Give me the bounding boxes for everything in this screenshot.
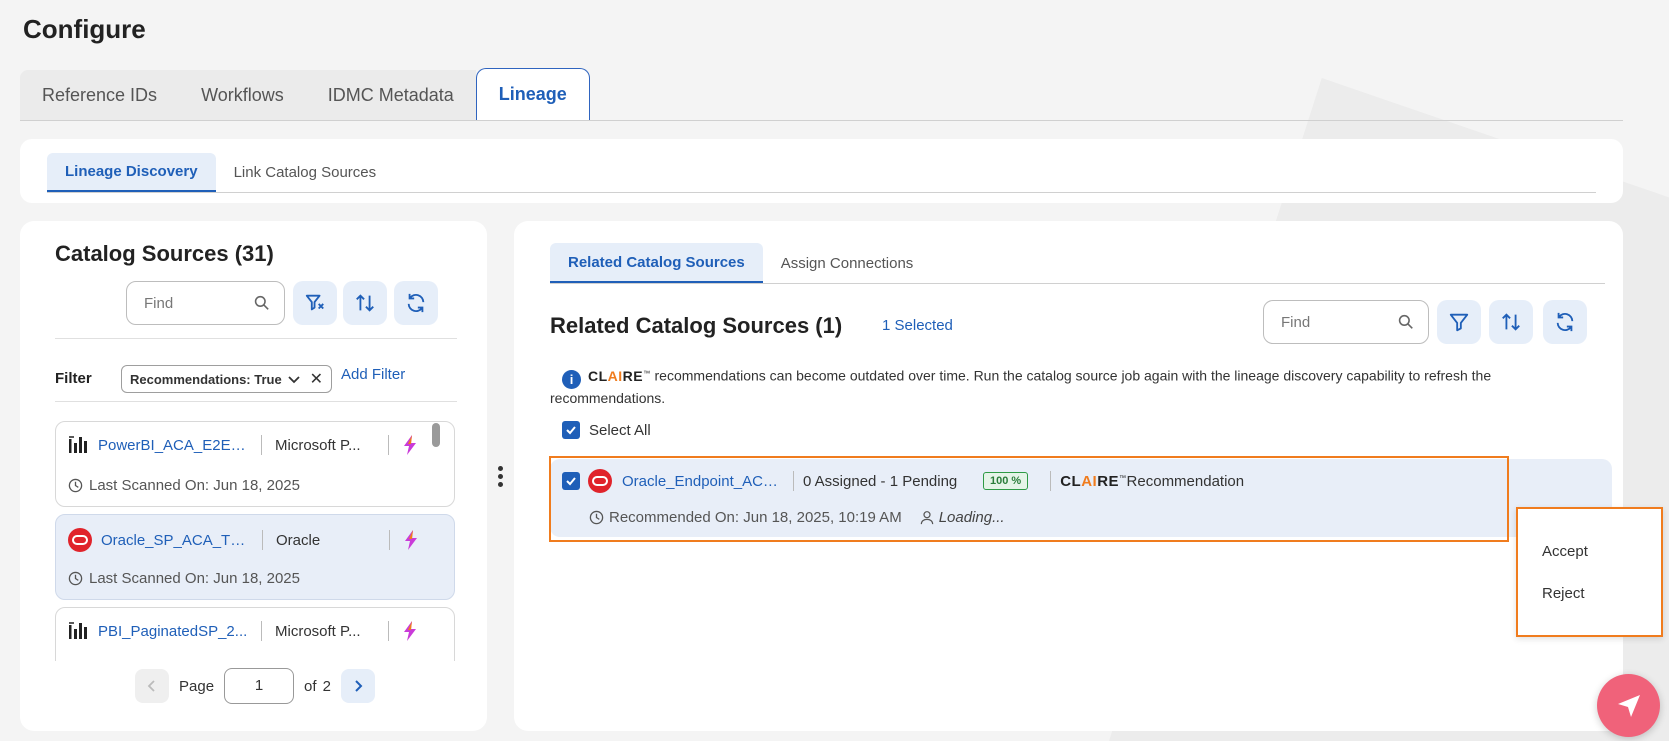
claire-info-message: i CLAIRE™ recommendations can become outd… (550, 365, 1550, 407)
divider (55, 401, 457, 402)
related-search-input[interactable] (1281, 313, 1399, 331)
sub-tabs-panel: Lineage Discovery Link Catalog Sources (20, 139, 1623, 203)
lightning-icon (405, 530, 417, 550)
related-sources-panel: Related Catalog Sources Assign Connectio… (514, 221, 1623, 731)
select-all-checkbox[interactable]: Select All (562, 421, 651, 439)
info-icon: i (562, 370, 581, 390)
catalog-search-input[interactable] (144, 294, 255, 312)
filter-clear-icon (305, 294, 324, 311)
powerbi-icon (69, 436, 87, 453)
clock-icon (68, 571, 83, 586)
sort-icon (356, 294, 374, 312)
oracle-icon (68, 528, 92, 552)
catalog-source-type: Oracle (276, 531, 321, 549)
tab-lineage-discovery[interactable]: Lineage Discovery (47, 153, 216, 192)
lightning-icon (404, 621, 416, 641)
filter-label: Filter (55, 370, 92, 387)
sort-button[interactable] (343, 281, 387, 325)
refresh-button[interactable] (1543, 300, 1587, 344)
last-scanned: Last Scanned On: Jun 18, 2025 (89, 570, 300, 587)
context-menu: Accept Reject (1516, 507, 1663, 637)
tab-reference-ids[interactable]: Reference IDs (20, 70, 180, 120)
sort-icon (1502, 313, 1520, 331)
tab-workflows[interactable]: Workflows (179, 70, 306, 120)
of-label: of (304, 677, 317, 695)
divider (55, 338, 457, 339)
chevron-right-icon (355, 680, 363, 692)
page-title: Configure (23, 14, 146, 44)
previous-page-button[interactable] (135, 669, 169, 703)
tab-related-catalog-sources[interactable]: Related Catalog Sources (550, 243, 763, 283)
claire-logo: CLAIRE™ (588, 367, 651, 384)
list-scrollbar[interactable] (432, 423, 440, 447)
last-scanned: Last Scanned On: Jun 18, 2025 (89, 477, 300, 494)
total-pages: 2 (322, 677, 331, 695)
checkbox-checked-icon[interactable] (562, 421, 580, 439)
catalog-source-type: Microsoft P... (275, 436, 361, 454)
chevron-down-icon[interactable] (286, 371, 302, 387)
catalog-find-box (126, 281, 285, 325)
menu-item-reject[interactable]: Reject (1542, 585, 1585, 602)
page-label: Page (179, 677, 215, 695)
top-tabs: Reference IDs Workflows IDMC Metadata Li… (20, 68, 1623, 121)
filter-chip[interactable]: Recommendations: True ✕ (121, 365, 332, 393)
selection-highlight (549, 456, 1509, 542)
related-sources-title: Related Catalog Sources (1) (550, 313, 843, 338)
page-number-input[interactable]: 1 (224, 668, 295, 704)
filter-button[interactable] (1437, 300, 1481, 344)
lightning-icon (404, 435, 416, 455)
tab-lineage[interactable]: Lineage (475, 68, 590, 120)
catalog-source-card[interactable]: PBI_PaginatedSP_2... Microsoft P... (55, 607, 455, 661)
add-filter-link[interactable]: Add Filter (341, 366, 405, 383)
selected-count[interactable]: 1 Selected (882, 317, 953, 334)
search-icon[interactable] (1398, 313, 1414, 331)
clear-filter-button[interactable] (293, 281, 337, 325)
help-fab-button[interactable] (1597, 674, 1660, 737)
chevron-left-icon (147, 680, 155, 692)
info-text: recommendations can become outdated over… (550, 367, 1492, 407)
tab-idmc-metadata[interactable]: IDMC Metadata (305, 70, 476, 120)
catalog-source-name[interactable]: PowerBI_ACA_E2E_... (98, 437, 248, 454)
search-icon[interactable] (254, 294, 270, 312)
refresh-button[interactable] (394, 281, 438, 325)
menu-item-accept[interactable]: Accept (1542, 543, 1588, 560)
clock-icon (68, 478, 83, 493)
catalog-source-card[interactable]: Oracle_SP_ACA_TC... Oracle Last Scanned … (55, 514, 455, 600)
related-find-box (1263, 300, 1429, 344)
catalog-sources-panel: Catalog Sources (31) Filter Recommendati… (20, 221, 487, 731)
catalog-sources-title: Catalog Sources (31) (55, 241, 274, 266)
catalog-source-name[interactable]: Oracle_SP_ACA_TC... (101, 532, 249, 549)
refresh-icon (1556, 312, 1574, 332)
tab-assign-connections[interactable]: Assign Connections (763, 243, 932, 283)
catalog-source-card[interactable]: PowerBI_ACA_E2E_... Microsoft P... Last … (55, 421, 455, 507)
filter-chip-label: Recommendations: True (130, 371, 282, 387)
select-all-label: Select All (589, 421, 651, 439)
catalog-source-list: PowerBI_ACA_E2E_... Microsoft P... Last … (55, 421, 457, 661)
refresh-icon (407, 293, 425, 313)
next-page-button[interactable] (340, 669, 375, 703)
catalog-source-name[interactable]: PBI_PaginatedSP_2... (98, 623, 248, 640)
catalog-source-type: Microsoft P... (275, 622, 361, 640)
sort-button[interactable] (1489, 300, 1533, 344)
powerbi-icon (69, 622, 87, 639)
pagination: Page 1 of 2 (135, 668, 375, 704)
filter-icon (1449, 313, 1469, 332)
close-icon[interactable]: ✕ (310, 369, 323, 389)
tab-link-catalog-sources[interactable]: Link Catalog Sources (216, 153, 395, 192)
panel-resize-handle[interactable] (496, 466, 504, 490)
navigation-arrow-icon (1617, 694, 1640, 717)
